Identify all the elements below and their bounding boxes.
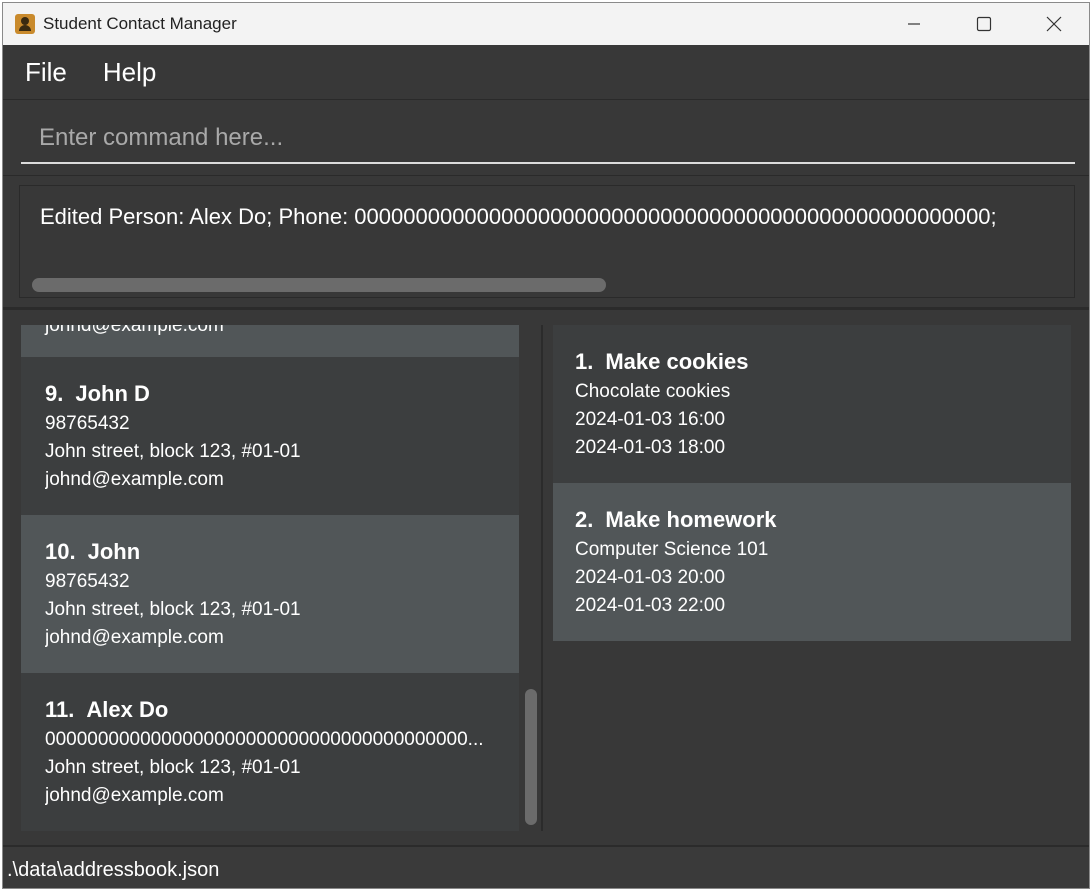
- person-email: johnd@example.com: [45, 325, 224, 336]
- event-description: Chocolate cookies: [575, 381, 731, 402]
- window-title: Student Contact Manager: [43, 14, 237, 33]
- contact-book-icon: [15, 14, 35, 34]
- event-index: 1.: [575, 349, 594, 374]
- person-header: 10. John: [45, 539, 519, 565]
- section-divider: [3, 307, 1089, 310]
- window-controls: [879, 3, 1089, 45]
- person-name: John: [87, 539, 141, 564]
- event-start: 2024-01-03 20:00: [575, 567, 726, 588]
- event-description: Computer Science 101: [575, 539, 769, 560]
- maximize-button[interactable]: [949, 3, 1019, 45]
- close-icon: [1046, 16, 1062, 32]
- status-bar: .\data\addressbook.json: [3, 845, 1089, 888]
- title-bar: Student Contact Manager: [3, 3, 1089, 45]
- person-header: 11. Alex Do: [45, 697, 519, 723]
- event-end: 2024-01-03 22:00: [575, 595, 726, 616]
- person-email: johnd@example.com: [45, 785, 224, 806]
- minimize-button[interactable]: [879, 3, 949, 45]
- menu-help[interactable]: Help: [89, 57, 170, 88]
- event-header: 1. Make cookies: [575, 349, 1071, 375]
- person-card-partial[interactable]: johnd@example.com: [21, 325, 519, 357]
- person-address: John street, block 123, #01-01: [45, 599, 301, 620]
- person-index: 10.: [45, 539, 76, 564]
- result-horizontal-scrollbar[interactable]: [32, 278, 606, 292]
- event-end: 2024-01-03 18:00: [575, 437, 726, 458]
- person-card[interactable]: 11. Alex Do 0000000000000000000000000000…: [21, 673, 519, 831]
- person-card[interactable]: 9. John D 98765432 John street, block 12…: [21, 357, 519, 515]
- person-name: Alex Do: [86, 697, 169, 722]
- person-card[interactable]: 10. John 98765432 John street, block 123…: [21, 515, 519, 673]
- event-name: Make homework: [605, 507, 777, 532]
- person-index: 11.: [45, 697, 75, 722]
- panel-divider[interactable]: [541, 325, 543, 831]
- result-display: Edited Person: Alex Do; Phone: 000000000…: [19, 185, 1075, 298]
- person-name: John D: [75, 381, 150, 406]
- menu-bar: File Help: [3, 45, 1089, 100]
- minimize-icon: [908, 23, 920, 25]
- person-header: 9. John D: [45, 381, 519, 407]
- person-list: johnd@example.com 9. John D 98765432 Joh…: [21, 325, 519, 831]
- maximize-icon: [976, 16, 992, 32]
- event-header: 2. Make homework: [575, 507, 1071, 533]
- event-card[interactable]: 1. Make cookies Chocolate cookies 2024-0…: [553, 325, 1071, 483]
- person-address: John street, block 123, #01-01: [45, 441, 301, 462]
- command-box: [3, 100, 1089, 176]
- person-list-scrollbar[interactable]: [521, 325, 539, 831]
- person-list-scroll-thumb[interactable]: [525, 689, 537, 825]
- event-card[interactable]: 2. Make homework Computer Science 101 20…: [553, 483, 1071, 641]
- person-email: johnd@example.com: [45, 469, 224, 490]
- event-start: 2024-01-03 16:00: [575, 409, 726, 430]
- person-phone: 0000000000000000000000000000000000000000…: [45, 729, 484, 750]
- app-window: Student Contact Manager File Help Edited…: [2, 2, 1090, 889]
- command-input[interactable]: [21, 114, 1075, 164]
- person-index: 9.: [45, 381, 64, 406]
- close-button[interactable]: [1019, 3, 1089, 45]
- event-name: Make cookies: [605, 349, 749, 374]
- person-email: johnd@example.com: [45, 627, 224, 648]
- person-phone: 98765432: [45, 571, 130, 592]
- person-phone: 98765432: [45, 413, 130, 434]
- menu-file[interactable]: File: [11, 57, 81, 88]
- data-file-path: .\data\addressbook.json: [7, 859, 220, 881]
- event-list: 1. Make cookies Chocolate cookies 2024-0…: [553, 325, 1071, 831]
- person-address: John street, block 123, #01-01: [45, 757, 301, 778]
- result-message: Edited Person: Alex Do; Phone: 000000000…: [40, 204, 997, 229]
- event-index: 2.: [575, 507, 594, 532]
